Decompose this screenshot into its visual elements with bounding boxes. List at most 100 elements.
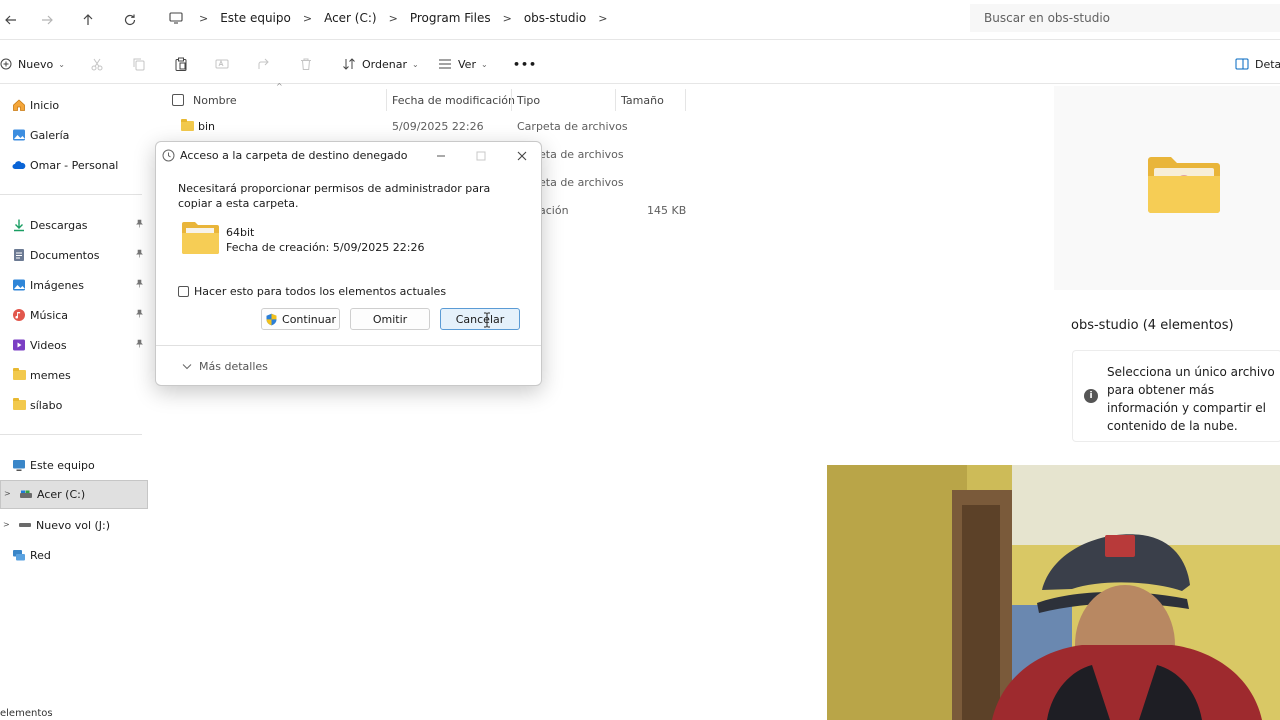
view-button[interactable]: Ver ⌄: [438, 54, 488, 74]
sidebar-item-este-equipo[interactable]: Este equipo: [0, 452, 148, 478]
column-separator[interactable]: [615, 89, 616, 111]
chevron-right-icon[interactable]: >: [3, 520, 10, 529]
pin-icon[interactable]: [135, 219, 144, 231]
details-pane-button[interactable]: Detal: [1235, 54, 1280, 74]
skip-label: Omitir: [372, 312, 408, 326]
dialog-titlebar[interactable]: Acceso a la carpeta de destino denegado: [156, 142, 541, 170]
copy-button[interactable]: [132, 54, 146, 74]
column-header-modified[interactable]: Fecha de modificación: [392, 90, 515, 110]
folder-icon: [181, 119, 194, 131]
skip-button[interactable]: Omitir: [350, 308, 430, 330]
sidebar-item-inicio[interactable]: Inicio: [0, 92, 148, 118]
delete-button[interactable]: [299, 54, 313, 74]
breadcrumb-label: Este equipo: [220, 11, 291, 25]
breadcrumb-este-equipo[interactable]: Este equipo >: [220, 11, 324, 25]
folder-icon: [12, 368, 26, 382]
select-all-checkbox[interactable]: [172, 94, 184, 106]
pin-icon[interactable]: [135, 279, 144, 291]
row-modified: 5/09/2025 22:26: [392, 120, 484, 133]
column-separator[interactable]: [685, 89, 686, 111]
row-type: ación: [539, 204, 569, 217]
row-name: bin: [198, 120, 216, 133]
breadcrumb-acer-c[interactable]: Acer (C:) >: [324, 11, 410, 25]
pin-icon[interactable]: [135, 339, 144, 351]
minimize-icon: [437, 155, 445, 157]
folder-date: Fecha de creación: 5/09/2025 22:26: [226, 241, 425, 254]
checkbox-box[interactable]: [178, 286, 189, 297]
sidebar-divider: [0, 434, 142, 435]
back-button[interactable]: [0, 9, 22, 31]
webcam-overlay: [827, 465, 1280, 720]
cancel-label: Cancelar: [455, 312, 505, 326]
sidebar-item-label: sílabo: [30, 398, 63, 412]
cancel-button[interactable]: Cancelar: [440, 308, 520, 330]
chevron-down-icon: [182, 364, 192, 370]
column-label: Tipo: [517, 93, 541, 107]
breadcrumb-separator[interactable]: >: [187, 12, 220, 25]
preview-area: [1054, 86, 1280, 290]
sidebar-item-imagenes[interactable]: Imágenes: [0, 272, 148, 298]
pin-icon[interactable]: [135, 249, 144, 261]
sidebar-item-label: Este equipo: [30, 458, 95, 472]
view-label: Ver: [458, 57, 476, 71]
sidebar-item-galeria[interactable]: Galería: [0, 122, 148, 148]
more-details-toggle[interactable]: Más detalles: [182, 360, 268, 373]
navigation-pane: Inicio Galería Omar - Personal Descargas…: [0, 84, 150, 720]
cut-button[interactable]: [90, 54, 104, 74]
sidebar-item-silabo[interactable]: sílabo: [0, 392, 148, 418]
sidebar-divider: [0, 194, 142, 195]
share-button[interactable]: [257, 54, 271, 74]
column-separator[interactable]: [511, 89, 512, 111]
table-row[interactable]: bin 5/09/2025 22:26 Carpeta de archivos: [150, 112, 690, 140]
forward-button[interactable]: [36, 9, 58, 31]
column-header-name[interactable]: Nombre: [172, 90, 237, 110]
apply-all-checkbox[interactable]: Hacer esto para todos los elementos actu…: [178, 285, 446, 298]
download-icon: [12, 218, 26, 232]
sidebar-item-red[interactable]: Red: [0, 542, 148, 568]
column-header-size[interactable]: Tamaño: [621, 90, 664, 110]
sidebar-item-nuevo-vol-j[interactable]: > Nuevo vol (J:): [0, 512, 148, 538]
folder-icon: [12, 398, 26, 412]
pin-icon[interactable]: [135, 309, 144, 321]
sidebar-item-acer-c[interactable]: > Acer (C:): [0, 480, 148, 509]
sidebar-item-musica[interactable]: Música: [0, 302, 148, 328]
breadcrumb-label: Program Files: [409, 11, 491, 25]
sidebar-item-label: Nuevo vol (J:): [36, 518, 111, 532]
sidebar-item-memes[interactable]: memes: [0, 362, 148, 388]
row-type: eta de archivos: [539, 176, 624, 189]
new-button[interactable]: Nuevo ⌄: [0, 54, 65, 74]
maximize-button[interactable]: [471, 148, 491, 164]
more-options-button[interactable]: •••: [513, 54, 537, 74]
rename-button[interactable]: [215, 54, 229, 74]
info-text: Selecciona un único archivo para obtener…: [1107, 365, 1275, 433]
up-button[interactable]: [77, 9, 99, 31]
sidebar-item-descargas[interactable]: Descargas: [0, 212, 148, 238]
sidebar-item-videos[interactable]: Videos: [0, 332, 148, 358]
clipboard-icon: [175, 57, 187, 71]
sidebar-item-omar-personal[interactable]: Omar - Personal: [0, 152, 148, 178]
column-header-type[interactable]: Tipo: [517, 90, 540, 110]
sort-button[interactable]: Ordenar ⌄: [342, 54, 419, 74]
sidebar-item-documentos[interactable]: Documentos: [0, 242, 148, 268]
arrow-up-icon: [83, 14, 93, 25]
folder-preview-icon: [1148, 157, 1220, 213]
breadcrumb-program-files[interactable]: Program Files >: [410, 11, 524, 25]
chevron-down-icon: ⌄: [480, 59, 488, 69]
close-button[interactable]: [512, 148, 532, 164]
column-separator[interactable]: [386, 89, 387, 111]
breadcrumb[interactable]: > Este equipo > Acer (C:) > Program Files >…: [158, 4, 958, 32]
breadcrumb-label: Acer (C:): [324, 11, 377, 25]
sidebar-item-label: Galería: [30, 128, 70, 142]
dialog-title: Acceso a la carpeta de destino denegado: [180, 149, 408, 162]
chevron-right-icon[interactable]: >: [4, 489, 11, 498]
monitor-icon: [169, 12, 183, 24]
address-bar: > Este equipo > Acer (C:) > Program Files >…: [0, 0, 1280, 40]
row-type: Carpeta de archivos: [517, 120, 628, 133]
sidebar-item-label: Acer (C:): [37, 488, 86, 501]
paste-button[interactable]: [174, 54, 188, 74]
minimize-button[interactable]: [431, 148, 451, 164]
search-input[interactable]: Buscar en obs-studio: [970, 4, 1280, 32]
continue-button[interactable]: Continuar: [261, 308, 340, 330]
refresh-button[interactable]: [119, 9, 141, 31]
breadcrumb-obs-studio[interactable]: obs-studio >: [524, 11, 620, 25]
